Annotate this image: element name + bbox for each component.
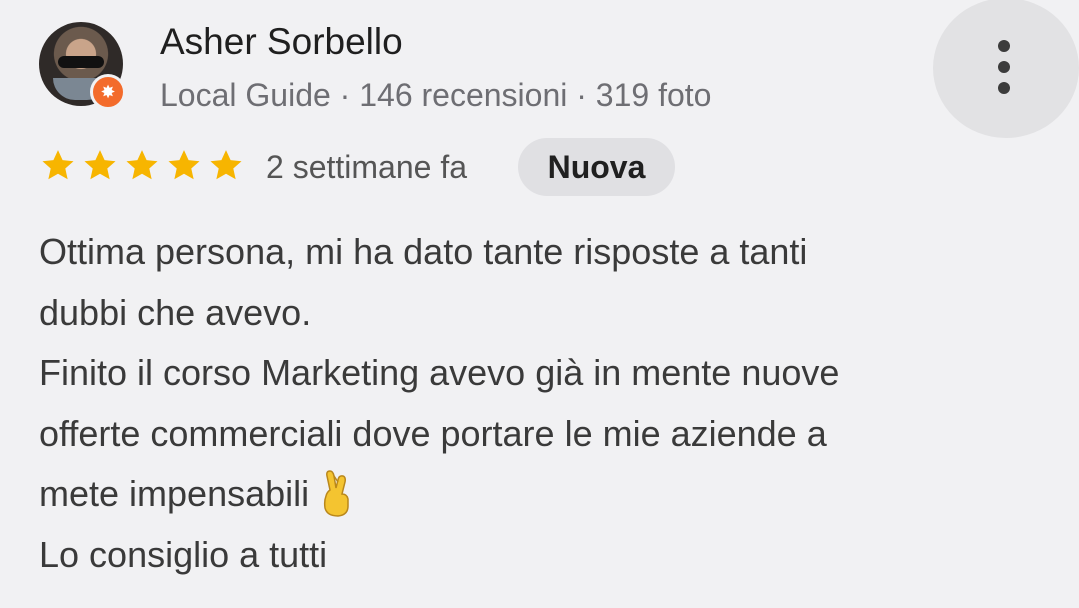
star-icon xyxy=(168,150,200,180)
review-line: mete impensabili xyxy=(39,464,1039,525)
local-guide-icon: ✸ xyxy=(90,74,126,110)
new-badge: Nuova xyxy=(518,138,675,196)
review-date: 2 settimane fa xyxy=(266,149,467,185)
star-icon xyxy=(210,150,242,180)
avatar-glasses xyxy=(58,56,104,68)
review-text: Ottima persona, mi ha dato tante rispost… xyxy=(39,222,1039,585)
more-vert-icon xyxy=(998,82,1010,94)
review-line: Finito il corso Marketing avevo già in m… xyxy=(39,352,840,393)
review-line-text: mete impensabili xyxy=(39,473,310,514)
review-line: Lo consiglio a tutti xyxy=(39,533,328,575)
reviewer-meta: Local Guide · 146 recensioni · 319 foto xyxy=(160,77,712,113)
reviewer-name[interactable]: Asher Sorbello xyxy=(160,20,403,64)
more-vert-icon xyxy=(998,61,1010,73)
crossed-fingers-icon xyxy=(324,470,349,517)
more-vert-icon xyxy=(998,40,1010,52)
star-icon xyxy=(126,150,158,180)
star-icon xyxy=(42,150,74,180)
star-rating xyxy=(39,147,245,185)
review-line: dubbi che avevo. xyxy=(39,291,312,333)
review-line: Ottima persona, mi ha dato tante rispost… xyxy=(39,231,808,272)
star-icon xyxy=(84,150,116,180)
more-options-button[interactable] xyxy=(933,0,1079,138)
review-line: offerte commerciali dove portare le mie … xyxy=(39,412,827,454)
